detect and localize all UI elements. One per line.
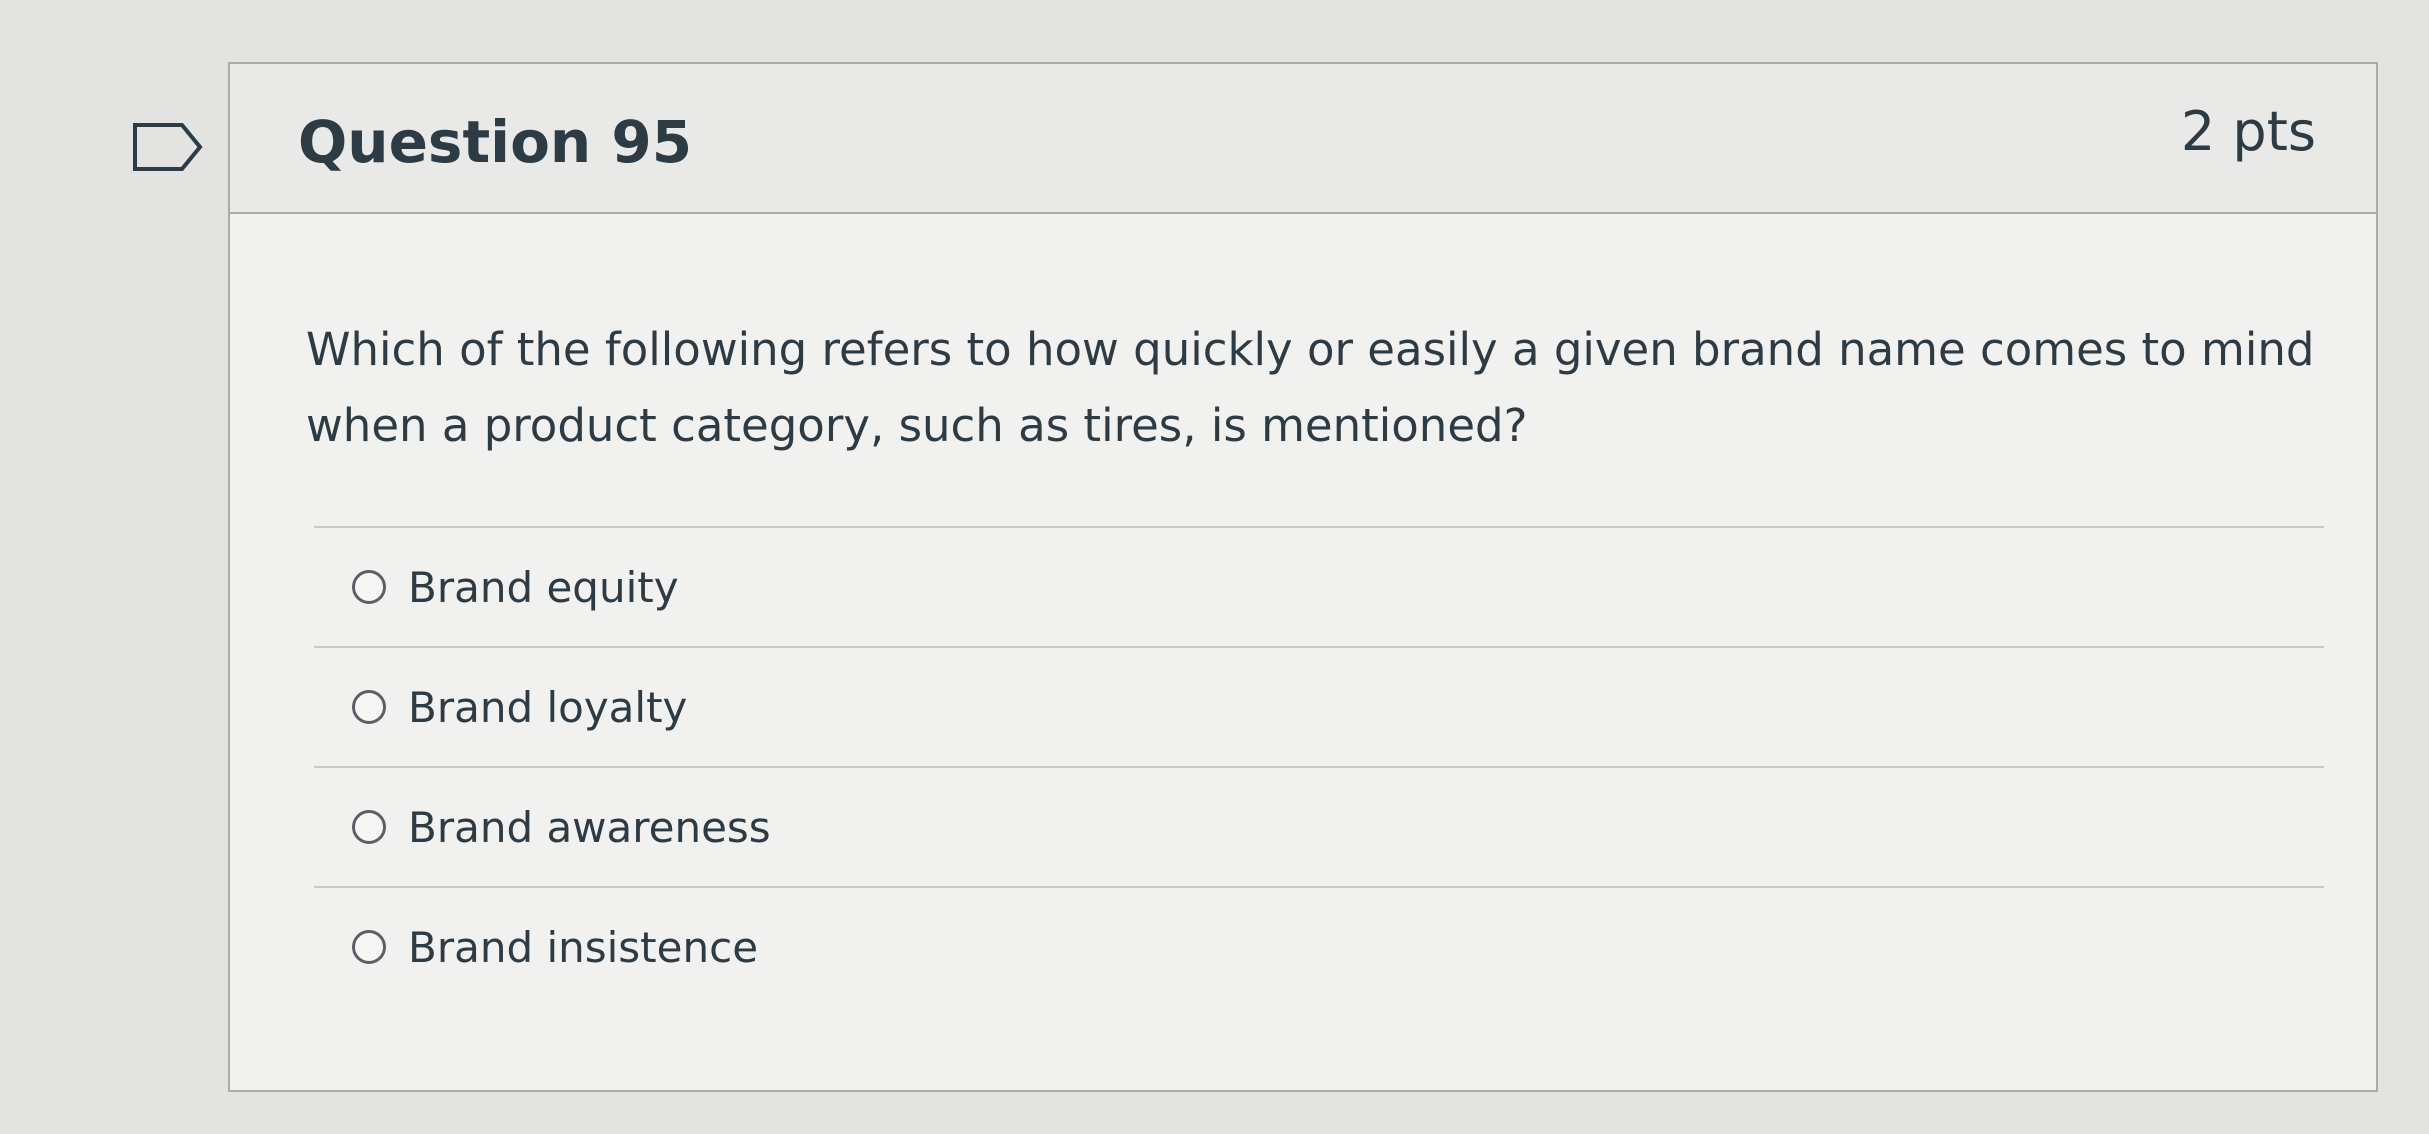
- radio-button[interactable]: [352, 810, 386, 844]
- answer-label[interactable]: Brand equity: [408, 563, 679, 612]
- answer-option-brand-awareness[interactable]: Brand awareness: [314, 766, 2324, 886]
- radio-button[interactable]: [352, 690, 386, 724]
- answer-option-brand-insistence[interactable]: Brand insistence: [314, 886, 2324, 1006]
- question-title: Question 95: [298, 108, 693, 176]
- question-card: Question 95 2 pts Which of the following…: [228, 62, 2378, 1092]
- answer-label[interactable]: Brand awareness: [408, 803, 771, 852]
- answer-option-brand-loyalty[interactable]: Brand loyalty: [314, 646, 2324, 766]
- question-header: Question 95 2 pts: [230, 64, 2376, 214]
- answer-list: Brand equity Brand loyalty Brand awarene…: [314, 526, 2324, 1006]
- radio-button[interactable]: [352, 930, 386, 964]
- radio-button[interactable]: [352, 570, 386, 604]
- answer-option-brand-equity[interactable]: Brand equity: [314, 526, 2324, 646]
- answer-label[interactable]: Brand insistence: [408, 923, 758, 972]
- flag-question-icon[interactable]: [132, 122, 204, 172]
- answer-label[interactable]: Brand loyalty: [408, 683, 687, 732]
- question-text: Which of the following refers to how qui…: [306, 323, 2315, 452]
- question-points: 2 pts: [2180, 100, 2316, 163]
